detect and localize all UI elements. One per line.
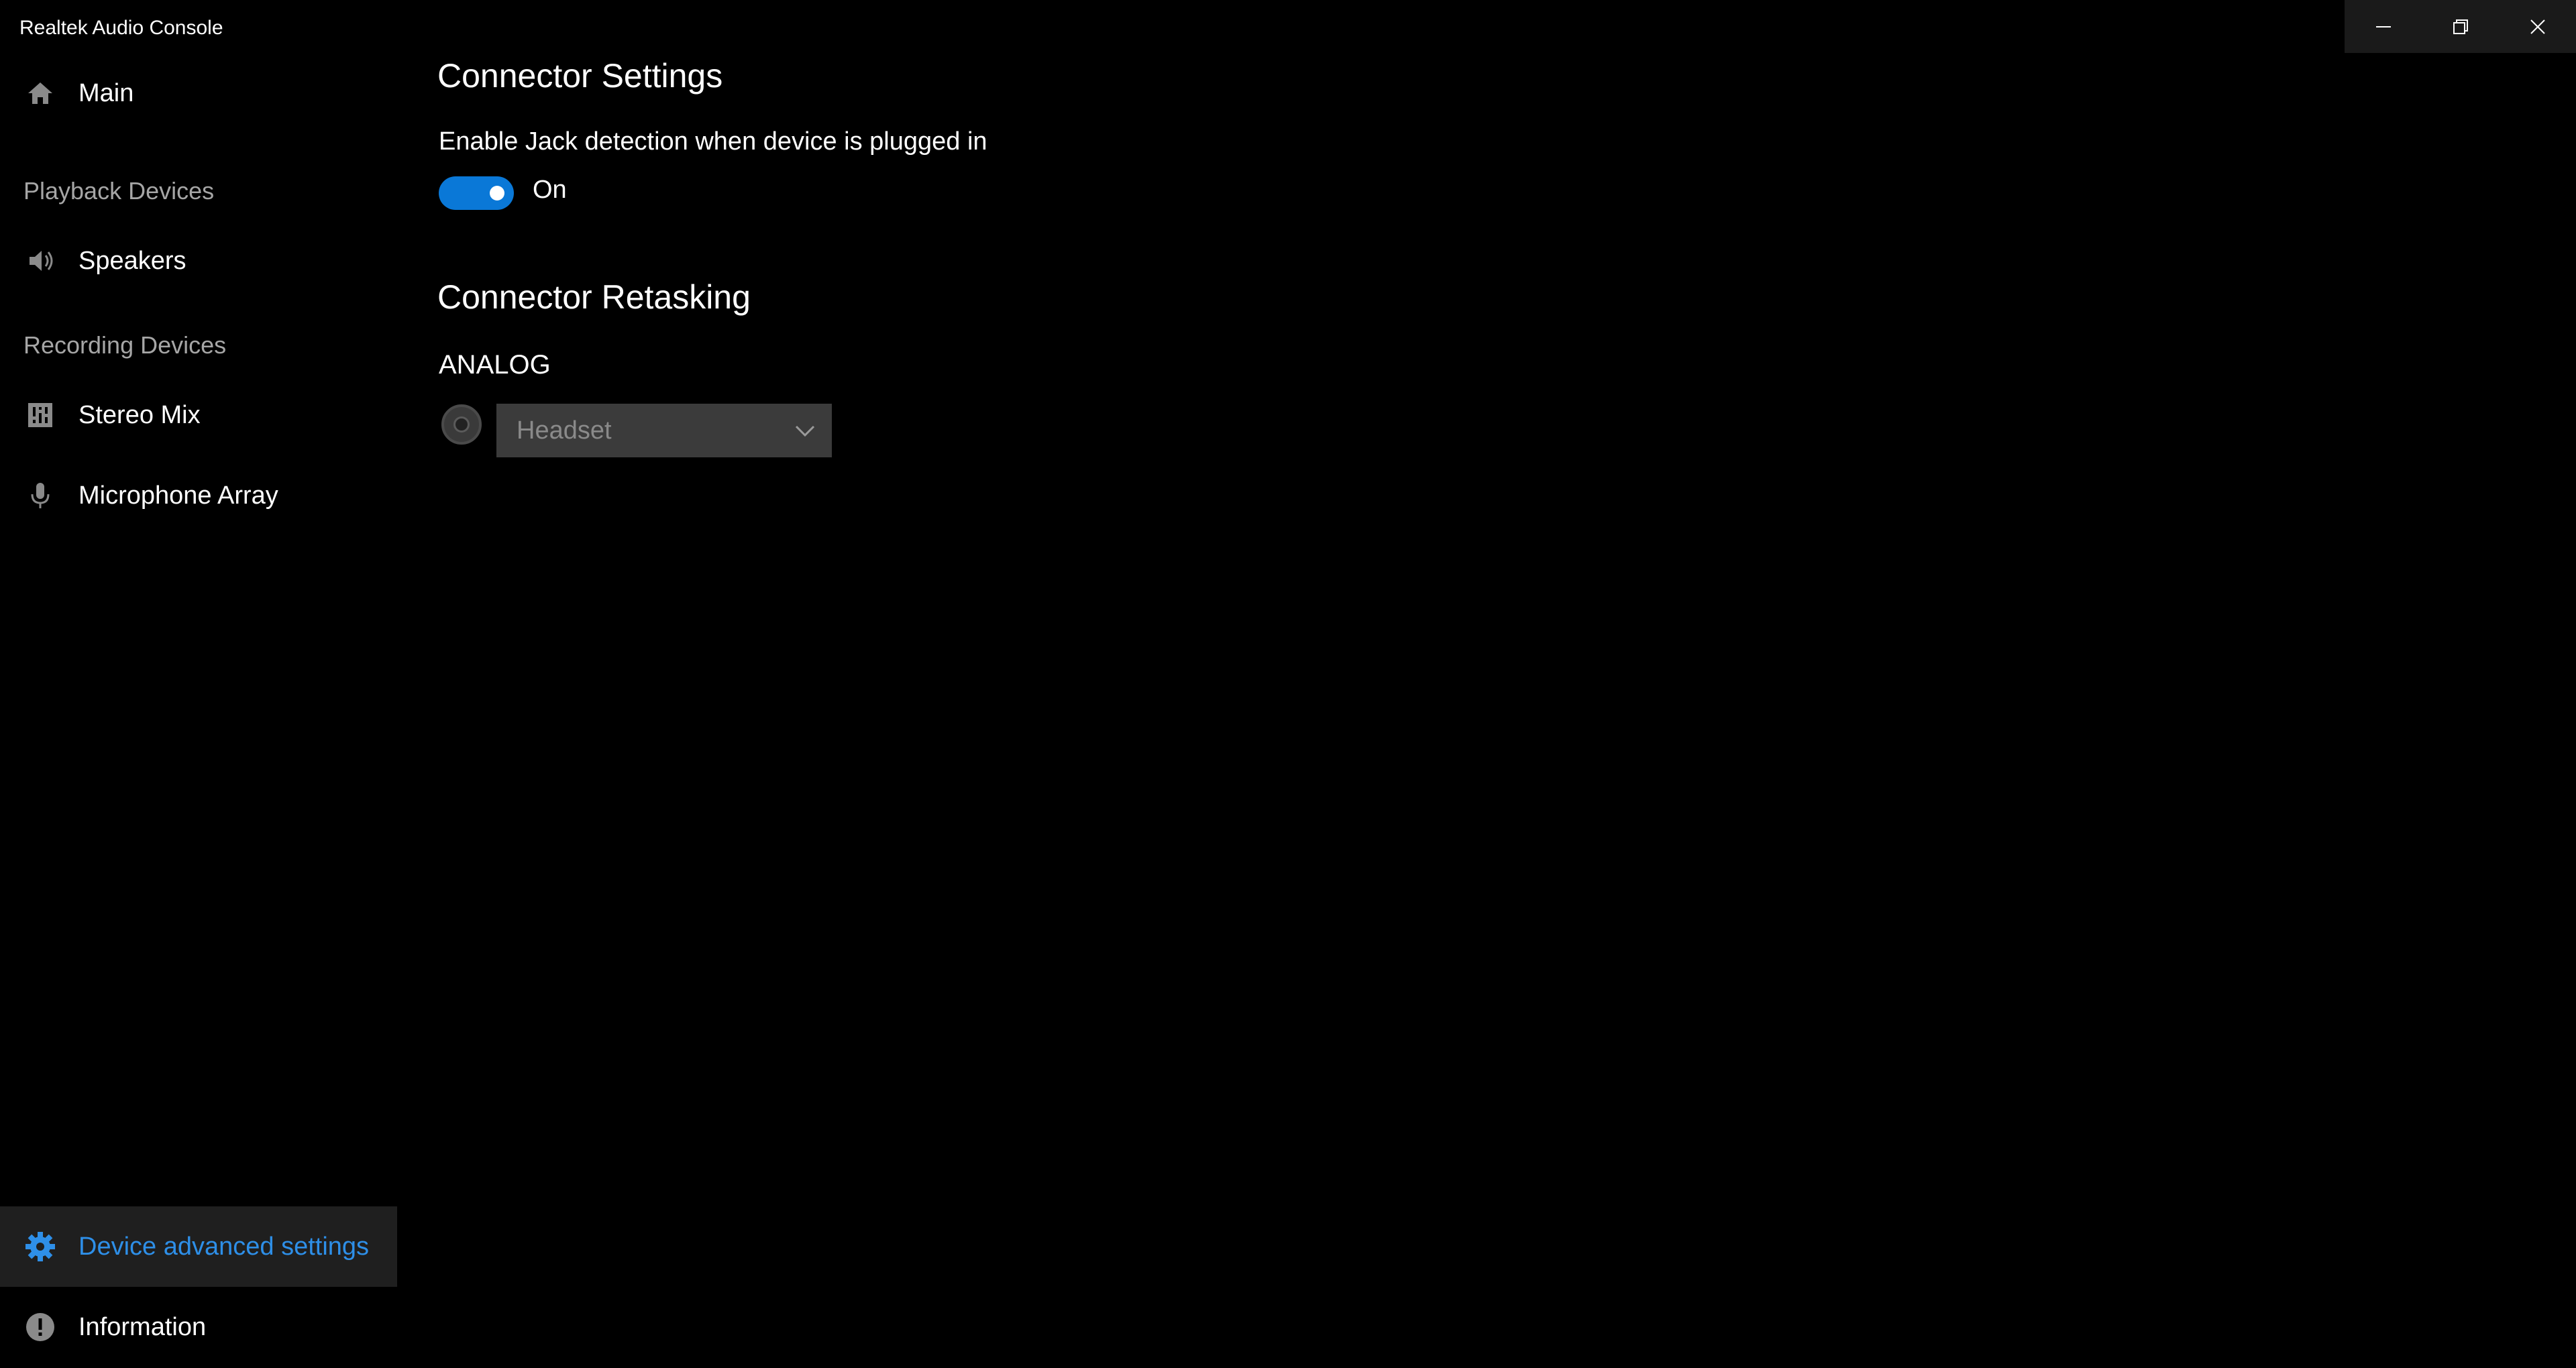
window-title: Realtek Audio Console	[19, 17, 223, 39]
sidebar-item-label: Information	[78, 1312, 207, 1341]
audio-jack-icon	[441, 404, 482, 445]
info-icon	[24, 1311, 56, 1343]
sidebar-item-stereo-mix[interactable]: Stereo Mix	[0, 375, 397, 455]
toggle-knob	[490, 186, 504, 201]
sidebar-item-label: Speakers	[78, 246, 186, 275]
sidebar: Main Playback Devices Speakers Recording…	[0, 53, 397, 1368]
microphone-icon	[24, 479, 56, 512]
app-window: Realtek Audio Console Main Playback Devi…	[0, 0, 2576, 1368]
jack-detection-label: Enable Jack detection when device is plu…	[439, 127, 987, 156]
equalizer-icon	[24, 399, 56, 431]
gear-icon	[24, 1231, 56, 1263]
sidebar-item-device-advanced-settings[interactable]: Device advanced settings	[0, 1206, 397, 1287]
sidebar-item-main[interactable]: Main	[0, 53, 397, 133]
analog-device-select[interactable]: Headset	[496, 404, 832, 457]
analog-label: ANALOG	[439, 350, 551, 380]
sidebar-item-speakers[interactable]: Speakers	[0, 221, 397, 301]
sidebar-item-label: Stereo Mix	[78, 400, 201, 429]
section-playback-devices: Playback Devices	[23, 177, 215, 205]
jack-detection-toggle[interactable]	[439, 176, 514, 210]
dropdown-selected-value: Headset	[517, 416, 612, 445]
sidebar-item-information[interactable]: Information	[0, 1287, 397, 1367]
chevron-down-icon	[794, 421, 816, 443]
speaker-icon	[24, 245, 56, 277]
jack-detection-state: On	[533, 176, 567, 204]
home-icon	[24, 77, 56, 109]
main-content: Connector Settings Enable Jack detection…	[397, 0, 2576, 1368]
section-recording-devices: Recording Devices	[23, 331, 227, 359]
sidebar-item-label: Main	[78, 78, 134, 107]
sidebar-item-microphone-array[interactable]: Microphone Array	[0, 455, 397, 536]
connector-settings-title: Connector Settings	[437, 57, 723, 95]
sidebar-item-label: Device advanced settings	[78, 1232, 370, 1261]
sidebar-item-label: Microphone Array	[78, 481, 278, 510]
connector-retasking-title: Connector Retasking	[437, 278, 751, 316]
